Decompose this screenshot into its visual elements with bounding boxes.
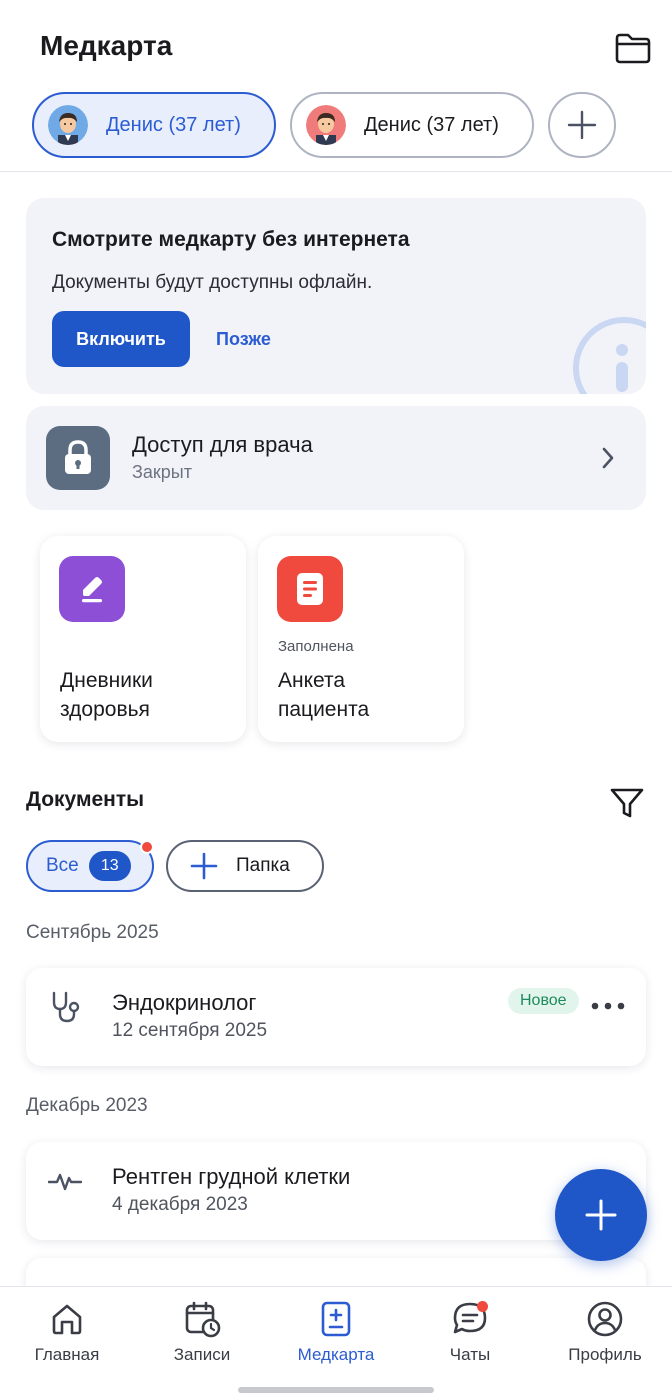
nav-medcard[interactable]: Медкарта [276,1299,396,1365]
tile-label-line: здоровья [60,698,150,721]
filter-button[interactable] [606,782,648,824]
offline-banner-title: Смотрите медкарту без интернета [52,228,410,251]
health-diaries-tile[interactable]: Дневники здоровья [40,536,246,742]
documents-count-badge: 13 [88,851,131,881]
plus-icon [567,110,597,140]
page-title: Медкарта [40,30,173,61]
documents-title: Документы [26,788,145,811]
month-header: Декабрь 2023 [26,1095,148,1116]
profile-icon [585,1299,625,1339]
tile-label-line: Анкета [278,669,346,692]
chevron-right-icon [602,447,614,469]
folder-button[interactable] [608,26,658,70]
profile-chip-label: Денис (37 лет) [364,113,499,136]
plus-icon [585,1199,617,1231]
stethoscope-icon [52,991,80,1023]
tile-label: Анкета пациента [278,666,369,724]
nav-appointments[interactable]: Записи [142,1299,262,1365]
tile-label: Дневники здоровья [60,666,153,724]
add-document-fab[interactable] [555,1169,647,1261]
doctor-access-title: Доступ для врача [132,432,313,457]
lock-icon [46,426,110,490]
nav-label: Медкарта [297,1345,375,1364]
new-badge: Новое [508,988,579,1014]
add-profile-button[interactable] [548,92,616,158]
filter-all-pill[interactable]: Все 13 [26,840,154,892]
nav-profile[interactable]: Профиль [545,1299,665,1365]
avatar [48,105,88,145]
profile-chip[interactable]: Денис (37 лет) [290,92,534,158]
document-icon [277,556,343,622]
folder-icon [615,33,651,64]
doctor-access-status: Закрыт [132,462,192,482]
nav-chats[interactable]: Чаты [410,1299,530,1365]
bottom-nav: Главная Записи Медкарта Чаты Профиль [0,1286,672,1400]
filter-icon [610,788,644,818]
chat-icon [450,1299,490,1339]
document-card[interactable]: Эндокринолог 12 сентября 2025 Новое [26,968,646,1066]
calendar-clock-icon [182,1299,222,1339]
notification-dot [477,1301,488,1312]
add-folder-label: Папка [236,855,290,876]
tile-label-line: Дневники [60,669,153,692]
info-icon [573,317,646,394]
header: Медкарта Денис (37 лет) Денис (37 лет) [0,0,672,172]
pencil-icon [59,556,125,622]
offline-banner: Смотрите медкарту без интернета Документ… [26,198,646,394]
pulse-icon [48,1173,82,1191]
nav-label: Главная [34,1345,100,1364]
doctor-access-card[interactable]: Доступ для врача Закрыт [26,406,646,510]
add-folder-pill[interactable]: Папка [166,840,324,892]
patient-form-status: Заполнена [278,638,354,655]
document-card[interactable]: Рентген грудной клетки 4 декабря 2023 [26,1142,646,1240]
home-indicator [238,1387,434,1393]
home-icon [47,1299,87,1339]
nav-label: Чаты [449,1345,491,1364]
later-button[interactable]: Позже [216,311,271,367]
document-title: Эндокринолог [112,990,257,1015]
plus-icon [190,852,218,880]
month-header: Сентябрь 2025 [26,922,159,943]
enable-offline-button[interactable]: Включить [52,311,190,367]
document-date: 4 декабря 2023 [112,1194,248,1215]
more-options-button[interactable] [588,994,628,1018]
nav-home[interactable]: Главная [7,1299,127,1365]
filter-all-label: Все [46,855,79,876]
more-icon [591,1002,625,1010]
nav-label: Записи [173,1345,231,1364]
document-date: 12 сентября 2025 [112,1020,268,1041]
patient-form-tile[interactable]: Заполнена Анкета пациента [258,536,464,742]
tile-label-line: пациента [278,698,370,721]
document-title: Рентген грудной клетки [112,1164,351,1189]
avatar [306,105,346,145]
notification-dot [140,840,154,854]
profile-chip-active[interactable]: Денис (37 лет) [32,92,276,158]
offline-banner-text: Документы будут доступны офлайн. [52,272,373,293]
nav-label: Профиль [568,1345,642,1364]
medcard-icon [316,1299,356,1339]
profile-chip-label: Денис (37 лет) [106,113,241,136]
